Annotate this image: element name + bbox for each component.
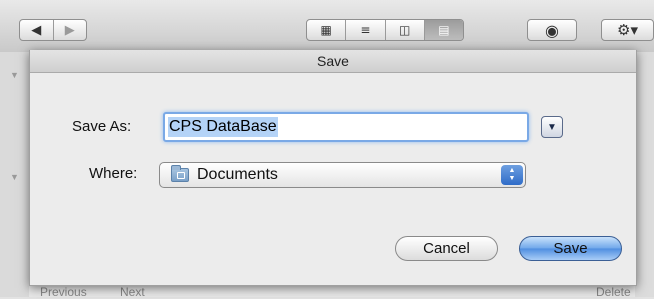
disclosure-triangle-icon: ▼ xyxy=(10,70,19,80)
view-mode-control[interactable]: ▦ ≡ ◫ ▤ xyxy=(306,19,464,41)
background-right-edge xyxy=(635,52,654,297)
save-button[interactable]: Save xyxy=(519,236,622,261)
column-view-icon[interactable]: ◫ xyxy=(386,20,425,40)
action-menu-button[interactable]: ⚙▾ xyxy=(601,19,654,41)
where-label: Where: xyxy=(89,165,138,182)
where-popup-button[interactable]: Documents ▲ ▼ xyxy=(159,162,526,188)
save-as-label: Save As: xyxy=(72,118,132,135)
filename-field[interactable]: CPS DataBase xyxy=(163,112,529,142)
forward-arrow-icon[interactable]: ▶ xyxy=(53,23,86,38)
where-value: Documents xyxy=(197,166,278,183)
popup-arrows-icon: ▲ ▼ xyxy=(501,165,523,185)
list-view-icon[interactable]: ≡ xyxy=(346,20,386,40)
chevron-down-icon: ▼ xyxy=(547,121,557,133)
sheet-title: Save xyxy=(30,50,636,73)
filename-text[interactable]: CPS DataBase xyxy=(168,117,278,137)
expand-dialog-button[interactable]: ▼ xyxy=(541,116,563,138)
quicklook-button[interactable]: ◉ xyxy=(527,19,577,41)
save-sheet: Save Save As: CPS DataBase ▼ Where: Docu… xyxy=(29,50,637,286)
finder-toolbar: ◀ ▶ ▦ ≡ ◫ ▤ ◉ ⚙▾ xyxy=(0,0,654,53)
gear-icon: ⚙▾ xyxy=(617,21,638,39)
back-forward-control[interactable]: ◀ ▶ xyxy=(19,19,87,41)
cancel-button[interactable]: Cancel xyxy=(395,236,498,261)
disclosure-triangle-icon: ▼ xyxy=(10,172,19,182)
sidebar: ▼ ▼ xyxy=(0,52,29,297)
documents-folder-icon xyxy=(171,165,189,182)
icon-view-icon[interactable]: ▦ xyxy=(307,20,347,40)
back-arrow-icon[interactable]: ◀ xyxy=(20,23,53,38)
eye-icon: ◉ xyxy=(545,20,559,40)
coverflow-view-icon[interactable]: ▤ xyxy=(424,20,463,40)
